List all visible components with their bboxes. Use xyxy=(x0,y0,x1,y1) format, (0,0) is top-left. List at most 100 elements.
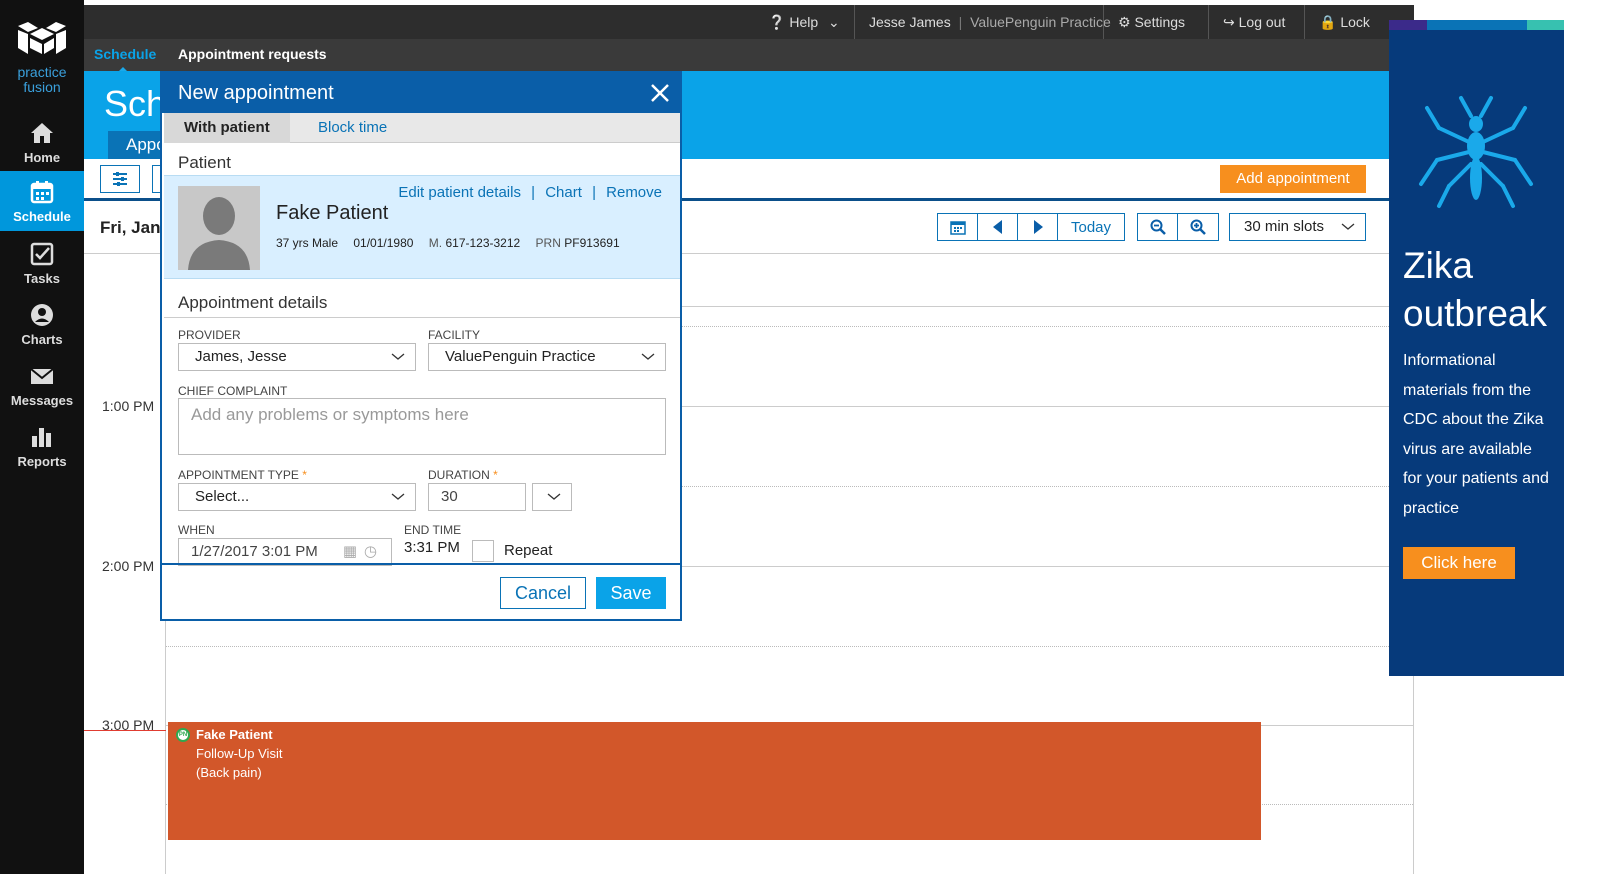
appointment-type-label: APPOINTMENT TYPE * xyxy=(178,468,307,482)
nav-item-charts[interactable]: Charts xyxy=(0,294,84,354)
help-icon: ❔ xyxy=(768,14,786,30)
ad-stripe xyxy=(1389,20,1427,30)
triangle-right-icon xyxy=(1033,220,1043,234)
clock-icon[interactable]: ◷ xyxy=(364,539,377,565)
duration-dropdown[interactable] xyxy=(532,483,572,511)
lock-icon: 🔒 xyxy=(1319,14,1337,30)
ad-title-line1: Zika xyxy=(1403,245,1473,286)
nav-item-home[interactable]: Home xyxy=(0,112,84,172)
patient-phone: 617-123-3212 xyxy=(445,236,521,250)
zoom-controls xyxy=(1137,213,1219,241)
triangle-left-icon xyxy=(992,220,1002,234)
nav-item-messages[interactable]: Messages xyxy=(0,355,84,415)
brand-name-line2: fusion xyxy=(23,79,61,95)
patient-demographics: 37 yrs Male 01/01/1980 M. 617-123-3212 P… xyxy=(276,236,620,250)
zoom-out-button[interactable] xyxy=(1138,214,1178,240)
calendar-picker-button[interactable] xyxy=(938,214,978,240)
provider-select[interactable]: James, Jesse xyxy=(178,343,416,371)
patient-dob: 01/01/1980 xyxy=(353,236,414,250)
today-button[interactable]: Today xyxy=(1058,214,1124,240)
logout-icon: ↪ xyxy=(1223,14,1235,30)
settings-button[interactable]: ⚙ Settings xyxy=(1103,5,1199,39)
cancel-button[interactable]: Cancel xyxy=(500,577,586,609)
time-label: 2:00 PM xyxy=(102,558,155,574)
filter-button[interactable] xyxy=(100,165,140,193)
brand-logo[interactable]: practice fusion xyxy=(0,20,84,95)
duration-label: DURATION * xyxy=(428,468,498,482)
logout-button[interactable]: ↪ Log out xyxy=(1208,5,1299,39)
repeat-checkbox[interactable] xyxy=(472,540,494,562)
when-value: 1/27/2017 3:01 PM xyxy=(191,543,318,560)
tab-with-patient[interactable]: With patient xyxy=(164,113,290,143)
person-icon xyxy=(31,304,53,326)
chevron-down-icon xyxy=(391,353,405,360)
patient-name: Fake Patient xyxy=(276,202,389,224)
chevron-down-icon xyxy=(1341,223,1355,230)
facility-select[interactable]: ValuePenguin Practice xyxy=(428,343,666,371)
avatar xyxy=(178,186,260,270)
section-divider xyxy=(164,317,680,318)
calendar-icon[interactable]: ▦ xyxy=(343,539,357,565)
tab-appointment-requests[interactable]: Appointment requests xyxy=(178,39,327,71)
zoom-in-icon xyxy=(1190,219,1206,235)
edit-patient-details-link[interactable]: Edit patient details xyxy=(398,184,521,201)
patient-card: Edit patient details | Chart | Remove Fa… xyxy=(164,175,680,279)
next-day-button[interactable] xyxy=(1018,214,1058,240)
tab-block-time[interactable]: Block time xyxy=(298,113,407,143)
chevron-down-icon xyxy=(641,353,655,360)
zika-ad-banner[interactable]: Zika outbreak Informational materials fr… xyxy=(1389,20,1564,676)
checkbox-icon xyxy=(30,242,54,266)
provider-value: James, Jesse xyxy=(195,348,287,365)
nav-label-messages: Messages xyxy=(10,393,74,408)
new-appointment-modal: New appointment With patient Block time … xyxy=(160,71,682,621)
chief-complaint-input[interactable]: Add any problems or symptoms here xyxy=(178,398,666,455)
end-time-label: END TIME xyxy=(404,523,462,537)
close-icon[interactable] xyxy=(650,83,670,103)
remove-patient-link[interactable]: Remove xyxy=(606,184,662,201)
appointment-type-select[interactable]: Select... xyxy=(178,483,416,511)
when-input[interactable]: 1/27/2017 3:01 PM ▦ ◷ xyxy=(178,538,392,566)
ad-body: Informational materials from the CDC abo… xyxy=(1403,352,1549,517)
ad-stripe xyxy=(1527,20,1564,30)
appointment-type-label-text: APPOINTMENT TYPE xyxy=(178,468,299,482)
nav-item-schedule[interactable]: Schedule xyxy=(0,171,84,231)
page-tab[interactable]: Appo xyxy=(108,131,168,159)
brand-name-line1: practice xyxy=(17,64,67,80)
appointment-type-value: Select... xyxy=(195,488,250,505)
slot-size-select[interactable]: 30 min slots xyxy=(1229,213,1366,241)
add-appointment-button[interactable]: Add appointment xyxy=(1220,165,1366,193)
slot-size-value: 30 min slots xyxy=(1244,218,1325,235)
practice-name: ValuePenguin Practice xyxy=(970,14,1111,30)
patient-prn-label: PRN xyxy=(535,236,561,250)
appointment-event[interactable]: PN Fake Patient Follow-Up Visit (Back pa… xyxy=(168,722,1261,840)
provider-label: PROVIDER xyxy=(178,328,241,342)
left-nav: practice fusion Home Schedule Tasks Char… xyxy=(0,0,84,874)
patient-section-title: Patient xyxy=(178,153,231,172)
duration-input[interactable]: 30 xyxy=(428,483,526,511)
event-visit-type: Follow-Up Visit xyxy=(196,746,283,761)
nav-item-tasks[interactable]: Tasks xyxy=(0,233,84,293)
event-reason: (Back pain) xyxy=(196,765,262,780)
logo-mark-icon xyxy=(18,22,66,54)
help-menu[interactable]: ❔ Help ⌄ xyxy=(754,5,854,39)
previous-day-button[interactable] xyxy=(978,214,1018,240)
user-name: Jesse James xyxy=(869,14,951,30)
ad-click-here-button[interactable]: Click here xyxy=(1403,547,1515,579)
save-button[interactable]: Save xyxy=(596,577,666,609)
help-label: Help xyxy=(789,14,819,30)
chart-link[interactable]: Chart xyxy=(545,184,582,201)
patient-age-sex: 37 yrs Male xyxy=(276,236,339,250)
user-menu[interactable]: Jesse James | ValuePenguin Practice xyxy=(854,5,1125,39)
nav-label-schedule: Schedule xyxy=(13,209,71,224)
zoom-in-button[interactable] xyxy=(1178,214,1218,240)
sliders-icon xyxy=(113,172,127,186)
lock-button[interactable]: 🔒 Lock xyxy=(1304,5,1384,39)
grid-line xyxy=(166,646,1413,647)
zoom-out-icon xyxy=(1150,219,1166,235)
nav-item-reports[interactable]: Reports xyxy=(0,416,84,476)
home-icon xyxy=(31,123,53,143)
patient-prn: PF913691 xyxy=(564,236,620,250)
ad-title: Zika outbreak xyxy=(1403,242,1547,338)
bar-chart-icon xyxy=(32,428,51,447)
settings-label: Settings xyxy=(1134,14,1186,30)
